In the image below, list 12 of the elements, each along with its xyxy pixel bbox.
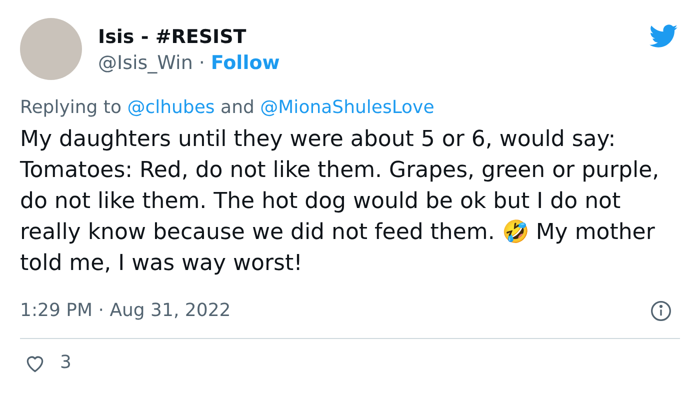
author-handle: @Isis_Win — [98, 51, 193, 76]
mention-link[interactable]: @clhubes — [127, 97, 215, 118]
tweet-text: My daughters until they were about 5 or 6, would say: Tomatoes: Red, do not like them. Grapes, green or purple, do not like them. The hot dog would be ok but I do not really know because we did not feed them. 🤣 My mother told me, I was way worst! — [19, 126, 660, 278]
follow-link[interactable]: Follow — [210, 50, 280, 76]
info-icon[interactable] — [650, 300, 672, 322]
timestamp: 1:29 PM · Aug 31, 2022 — [20, 299, 231, 323]
mention-link[interactable]: @MionaShulesLove — [260, 97, 434, 118]
separator-dot: · — [198, 51, 205, 76]
author-name: Isis - #RESIST — [98, 25, 248, 50]
like-count: 3 — [60, 351, 72, 375]
reply-context: Replying to @clhubes and @MionaShulesLove — [19, 96, 436, 120]
bird-logo-icon — [648, 22, 680, 50]
